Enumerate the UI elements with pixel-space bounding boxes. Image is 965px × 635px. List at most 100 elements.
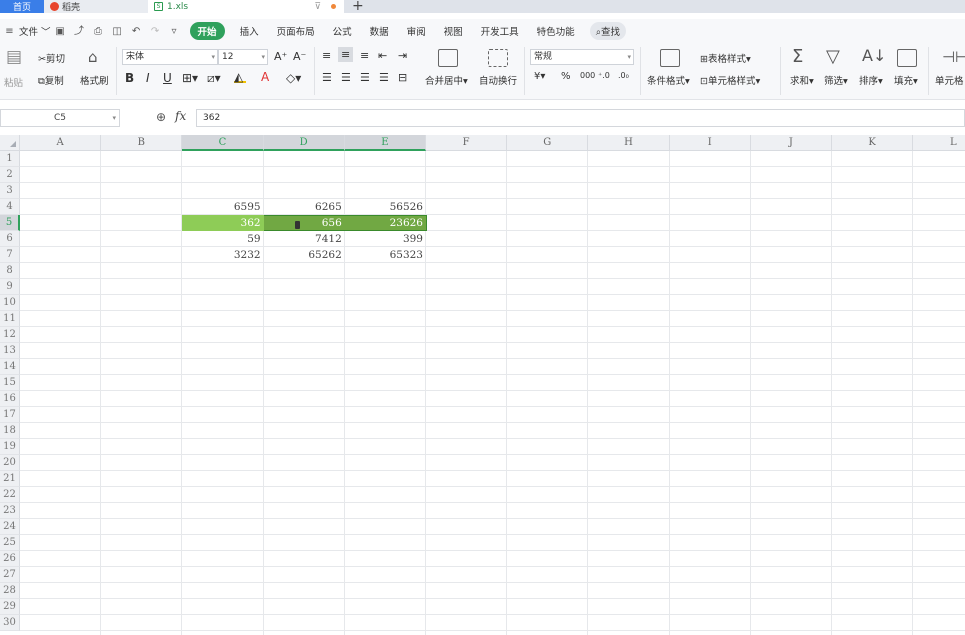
row-header-21[interactable]: 21 — [0, 471, 20, 487]
copy-button[interactable]: ⧉复制 — [38, 73, 64, 87]
decrease-font-icon[interactable]: A⁻ — [293, 50, 306, 63]
number-format-select[interactable]: 常规 ▾ — [530, 49, 634, 65]
formula-input[interactable]: 362 — [196, 109, 965, 127]
underline-icon[interactable]: U — [163, 71, 172, 85]
row-header-27[interactable]: 27 — [0, 567, 20, 583]
name-box[interactable]: C5 ▾ — [0, 109, 120, 127]
tab-data[interactable]: 数据 — [361, 24, 398, 38]
cell-c6[interactable]: 59 — [182, 231, 262, 247]
row-header-6[interactable]: 6 — [0, 231, 20, 247]
function-icon[interactable]: fx — [175, 109, 186, 123]
row-header-15[interactable]: 15 — [0, 375, 20, 391]
row-header-29[interactable]: 29 — [0, 599, 20, 615]
tab-file[interactable]: S 1.xls ⊽ — [148, 0, 344, 13]
clear-format-icon[interactable]: ◇▾ — [286, 71, 301, 85]
fill-button[interactable]: 填充▾ — [894, 73, 918, 87]
column-header-i[interactable]: I — [669, 135, 751, 151]
column-header-h[interactable]: H — [588, 135, 670, 151]
column-header-c[interactable]: C — [182, 135, 264, 151]
column-header-g[interactable]: G — [507, 135, 589, 151]
justify-icon[interactable]: ☰ — [379, 71, 389, 84]
cell-d4[interactable]: 6265 — [264, 199, 344, 215]
column-header-d[interactable]: D — [263, 135, 345, 151]
cell-d7[interactable]: 65262 — [264, 247, 344, 263]
cut-button[interactable]: ✂剪切 — [38, 51, 65, 65]
sort-icon[interactable]: A↓ — [862, 46, 886, 65]
merge-center-button[interactable]: 合并居中▾ — [425, 73, 468, 87]
cell-c4[interactable]: 6595 — [182, 199, 262, 215]
sort-button[interactable]: 排序▾ — [859, 73, 883, 87]
row-header-19[interactable]: 19 — [0, 439, 20, 455]
cell-style-button[interactable]: ⊡单元格样式▾ — [700, 73, 760, 87]
tab-page-layout[interactable]: 页面布局 — [268, 24, 324, 38]
print-preview-icon[interactable]: ◫ — [112, 26, 123, 37]
decrease-decimal-icon[interactable]: .0₀ — [618, 71, 629, 80]
align-middle-icon[interactable]: ≡ — [338, 47, 354, 62]
row-header-20[interactable]: 20 — [0, 455, 20, 471]
row-header-30[interactable]: 30 — [0, 615, 20, 631]
tab-daoke[interactable]: 稻壳 — [44, 0, 148, 13]
filter-icon[interactable]: ▽ — [826, 46, 840, 67]
increase-decimal-icon[interactable]: ⁺.0 — [598, 71, 610, 80]
font-name-select[interactable]: 宋体 ▾ — [122, 49, 218, 65]
cell-button[interactable]: 单元格 — [935, 73, 964, 87]
row-header-3[interactable]: 3 — [0, 183, 20, 199]
cell-d5[interactable]: 656 — [264, 215, 344, 231]
fill-color-icon[interactable]: ◭ — [234, 70, 246, 84]
row-header-25[interactable]: 25 — [0, 535, 20, 551]
undo-icon[interactable]: ↶ — [131, 26, 142, 37]
sum-icon[interactable]: Σ — [792, 46, 803, 67]
row-header-23[interactable]: 23 — [0, 503, 20, 519]
align-bottom-icon[interactable]: ≡ — [360, 49, 369, 62]
cell-e5[interactable]: 23626 — [345, 215, 425, 231]
align-left-icon[interactable]: ☰ — [322, 71, 332, 84]
distribute-icon[interactable]: ⊟ — [398, 71, 407, 84]
align-top-icon[interactable]: ≡ — [322, 49, 331, 62]
row-header-13[interactable]: 13 — [0, 343, 20, 359]
cell-c5[interactable]: 362 — [182, 215, 262, 231]
align-center-icon[interactable]: ☰ — [341, 71, 351, 84]
row-header-9[interactable]: 9 — [0, 279, 20, 295]
select-all-corner[interactable] — [0, 135, 20, 151]
customize-icon[interactable]: ▿ — [169, 26, 180, 37]
paste-icon[interactable]: ▤ — [6, 47, 22, 67]
print-icon[interactable]: ⎙ — [93, 26, 104, 37]
currency-icon[interactable]: ¥▾ — [534, 71, 545, 82]
cell-c7[interactable]: 3232 — [182, 247, 262, 263]
row-header-24[interactable]: 24 — [0, 519, 20, 535]
row-header-28[interactable]: 28 — [0, 583, 20, 599]
tab-review[interactable]: 审阅 — [398, 24, 435, 38]
row-header-1[interactable]: 1 — [0, 151, 20, 167]
row-header-5[interactable]: 5 — [0, 215, 20, 231]
redo-icon[interactable]: ↷ — [150, 26, 161, 37]
file-menu[interactable]: 文件 ﹀ — [19, 24, 51, 38]
sum-button[interactable]: 求和▾ — [790, 73, 814, 87]
wrap-text-button[interactable]: 自动换行 — [479, 73, 517, 87]
column-header-a[interactable]: A — [20, 135, 102, 151]
percent-icon[interactable]: % — [561, 71, 571, 82]
tab-insert[interactable]: 插入 — [231, 24, 268, 38]
row-header-12[interactable]: 12 — [0, 327, 20, 343]
column-header-f[interactable]: F — [426, 135, 508, 151]
indent-increase-icon[interactable]: ⇥ — [398, 49, 407, 62]
tab-developer[interactable]: 开发工具 — [472, 24, 528, 38]
column-header-k[interactable]: K — [832, 135, 914, 151]
indent-decrease-icon[interactable]: ⇤ — [378, 49, 387, 62]
export-icon[interactable]: ⤴ — [74, 26, 85, 37]
search-button[interactable]: ⌕查找 — [589, 22, 627, 40]
save-icon[interactable]: ▣ — [55, 26, 66, 37]
hamburger-icon[interactable]: ≡ — [4, 26, 15, 37]
table-style-button[interactable]: ⊞表格样式▾ — [700, 51, 751, 65]
row-header-11[interactable]: 11 — [0, 311, 20, 327]
row-header-22[interactable]: 22 — [0, 487, 20, 503]
row-header-26[interactable]: 26 — [0, 551, 20, 567]
filter-button[interactable]: 筛选▾ — [824, 73, 848, 87]
pin-icon[interactable]: ⊽ — [314, 2, 321, 12]
row-header-2[interactable]: 2 — [0, 167, 20, 183]
column-header-l[interactable]: L — [913, 135, 965, 151]
merge-center-icon[interactable] — [438, 49, 458, 67]
fill-pattern-icon[interactable]: ⧄▾ — [207, 71, 221, 86]
tab-special[interactable]: 特色功能 — [528, 24, 584, 38]
align-right-icon[interactable]: ☰ — [360, 71, 370, 84]
tab-start[interactable]: 开始 — [189, 22, 225, 40]
